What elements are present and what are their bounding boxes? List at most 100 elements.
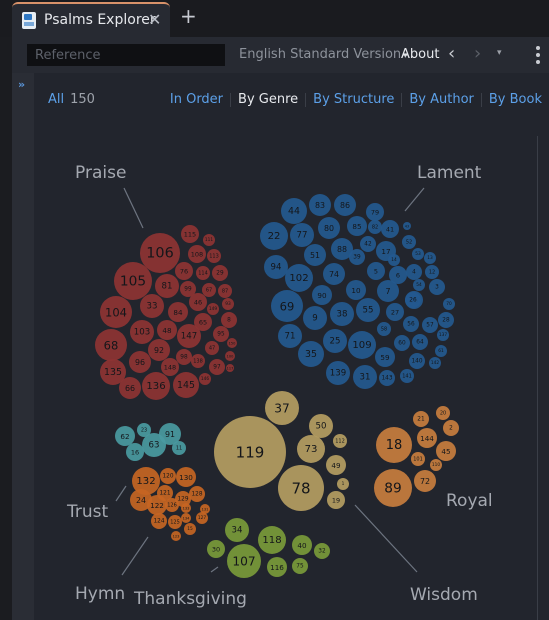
psalm-bubble[interactable]: 68 bbox=[95, 329, 127, 361]
psalm-bubble[interactable]: 10 bbox=[346, 280, 366, 300]
psalm-bubble[interactable]: 110 bbox=[430, 459, 442, 471]
psalm-bubble[interactable]: 37 bbox=[265, 391, 299, 425]
psalm-bubble[interactable]: 54 bbox=[413, 279, 425, 291]
psalm-bubble[interactable]: 29 bbox=[212, 265, 228, 281]
psalm-bubble[interactable]: 72 bbox=[414, 470, 436, 492]
psalm-bubble[interactable]: 31 bbox=[353, 365, 377, 389]
psalm-bubble[interactable]: 51 bbox=[304, 244, 326, 266]
psalm-bubble[interactable]: 73 bbox=[297, 435, 325, 463]
psalm-bubble[interactable]: 64 bbox=[412, 334, 428, 350]
psalm-bubble[interactable]: 102 bbox=[285, 264, 313, 292]
psalm-bubble[interactable]: 74 bbox=[323, 263, 345, 285]
psalm-bubble[interactable]: 146 bbox=[199, 373, 211, 385]
psalm-bubble[interactable]: 61 bbox=[435, 345, 447, 357]
psalm-bubble[interactable]: 50 bbox=[309, 414, 333, 438]
psalm-bubble[interactable]: 94 bbox=[264, 255, 288, 279]
psalm-bubble[interactable]: 117 bbox=[226, 364, 234, 372]
psalm-bubble[interactable]: 139 bbox=[326, 361, 350, 385]
more-options-icon[interactable] bbox=[536, 46, 540, 64]
psalm-bubble[interactable]: 90 bbox=[312, 285, 332, 305]
psalm-bubble[interactable]: 16 bbox=[126, 443, 144, 461]
psalm-bubble[interactable]: 78 bbox=[278, 465, 324, 511]
psalm-bubble[interactable]: 41 bbox=[381, 220, 399, 238]
psalm-bubble[interactable]: 53 bbox=[412, 248, 424, 260]
psalm-bubble[interactable]: 112 bbox=[333, 434, 347, 448]
psalm-bubble[interactable]: 69 bbox=[271, 290, 303, 322]
psalm-bubble[interactable]: 11 bbox=[172, 441, 186, 455]
psalm-bubble[interactable]: 98 bbox=[176, 349, 192, 365]
psalm-bubble[interactable]: 21 bbox=[413, 411, 429, 427]
psalm-bubble[interactable]: 111 bbox=[203, 234, 215, 246]
genre-label-praise[interactable]: Praise bbox=[75, 163, 126, 183]
genre-label-wisdom[interactable]: Wisdom bbox=[410, 585, 478, 605]
psalm-bubble[interactable]: 105 bbox=[114, 262, 152, 300]
psalm-bubble[interactable]: 9 bbox=[303, 306, 327, 330]
psalm-bubble[interactable]: 138 bbox=[191, 354, 205, 368]
psalm-bubble[interactable]: 140 bbox=[409, 353, 425, 369]
psalm-bubble[interactable]: 38 bbox=[330, 302, 354, 326]
new-tab-icon[interactable]: + bbox=[180, 6, 197, 26]
psalm-bubble[interactable]: 147 bbox=[177, 324, 201, 348]
psalm-bubble[interactable]: 35 bbox=[298, 341, 324, 367]
psalm-bubble[interactable]: 47 bbox=[205, 341, 219, 355]
psalm-bubble[interactable]: 56 bbox=[403, 316, 419, 332]
psalm-bubble[interactable]: 130 bbox=[176, 467, 196, 487]
psalm-bubble[interactable]: 137 bbox=[437, 329, 449, 341]
back-arrow-icon[interactable]: ‹ bbox=[448, 43, 455, 64]
psalm-bubble[interactable]: 66 bbox=[119, 377, 141, 399]
psalm-bubble[interactable]: 45 bbox=[436, 441, 456, 461]
psalm-bubble[interactable]: 5 bbox=[367, 262, 385, 280]
psalm-bubble[interactable]: 109 bbox=[348, 331, 376, 359]
reference-input[interactable] bbox=[27, 44, 225, 66]
psalm-bubble[interactable]: 84 bbox=[168, 302, 188, 322]
genre-label-thanksgiving[interactable]: Thanksgiving bbox=[133, 589, 247, 609]
psalm-bubble[interactable]: 92 bbox=[148, 339, 170, 361]
psalm-bubble[interactable]: 95 bbox=[213, 326, 229, 342]
psalm-bubble[interactable]: 30 bbox=[207, 540, 225, 558]
psalm-bubble[interactable]: 145 bbox=[173, 372, 199, 398]
psalm-bubble[interactable]: 15 bbox=[184, 523, 196, 535]
psalm-bubble[interactable]: 126 bbox=[165, 498, 179, 512]
psalm-bubble[interactable]: 43 bbox=[403, 222, 411, 230]
psalm-bubble[interactable]: 58 bbox=[377, 322, 391, 336]
psalm-bubble[interactable]: 150 bbox=[227, 338, 237, 348]
psalm-bubble[interactable]: 14 bbox=[388, 254, 400, 266]
psalm-bubble[interactable]: 77 bbox=[290, 223, 314, 247]
history-dropdown-icon[interactable]: ▾ bbox=[497, 48, 502, 58]
psalm-bubble[interactable]: 101 bbox=[411, 452, 425, 466]
psalm-bubble[interactable]: 26 bbox=[405, 292, 421, 308]
psalm-bubble[interactable]: 133 bbox=[181, 503, 191, 513]
psalm-bubble[interactable]: 89 bbox=[374, 469, 412, 507]
psalm-bubble[interactable]: 20 bbox=[436, 406, 450, 420]
psalm-bubble[interactable]: 106 bbox=[140, 233, 180, 273]
psalm-bubble[interactable]: 142 bbox=[429, 357, 441, 369]
psalm-bubble[interactable]: 71 bbox=[278, 324, 302, 348]
psalm-bubble[interactable]: 49 bbox=[326, 455, 346, 475]
psalm-bubble[interactable]: 118 bbox=[258, 526, 286, 554]
psalm-bubble[interactable]: 60 bbox=[394, 335, 410, 351]
psalm-bubble[interactable]: 128 bbox=[189, 486, 205, 502]
psalm-bubble[interactable]: 13 bbox=[424, 252, 436, 264]
psalm-bubble[interactable]: 39 bbox=[349, 249, 365, 265]
forward-arrow-icon[interactable]: › bbox=[474, 43, 481, 64]
psalm-bubble[interactable]: 136 bbox=[142, 372, 170, 400]
psalm-bubble[interactable]: 85 bbox=[347, 216, 367, 236]
psalm-bubble[interactable]: 33 bbox=[140, 294, 164, 318]
psalm-bubble[interactable]: 107 bbox=[227, 544, 261, 578]
psalm-bubble[interactable]: 80 bbox=[318, 217, 340, 239]
psalm-bubble[interactable]: 3 bbox=[429, 279, 445, 295]
psalm-bubble[interactable]: 115 bbox=[181, 225, 199, 243]
psalm-bubble[interactable]: 127 bbox=[196, 512, 208, 524]
psalm-bubble[interactable]: 108 bbox=[188, 245, 206, 263]
psalm-bubble[interactable]: 44 bbox=[281, 198, 307, 224]
psalm-bubble[interactable]: 79 bbox=[366, 203, 384, 221]
psalm-bubble[interactable]: 4 bbox=[406, 264, 422, 280]
genre-label-lament[interactable]: Lament bbox=[417, 163, 482, 183]
psalm-bubble[interactable]: 34 bbox=[225, 518, 249, 542]
psalm-bubble[interactable]: 143 bbox=[379, 370, 395, 386]
version-dropdown[interactable]: English Standard Version ▾ bbox=[239, 47, 408, 62]
psalm-bubble[interactable]: 123 bbox=[171, 531, 181, 541]
psalm-bubble[interactable]: 76 bbox=[175, 262, 193, 280]
psalm-bubble[interactable]: 22 bbox=[260, 222, 288, 250]
psalm-bubble[interactable]: 104 bbox=[100, 296, 132, 328]
